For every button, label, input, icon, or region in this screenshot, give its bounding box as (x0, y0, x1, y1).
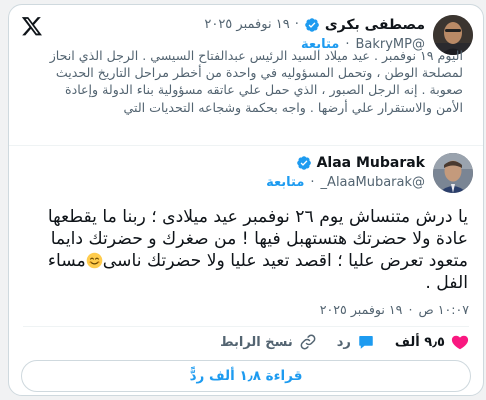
heart-icon (451, 335, 469, 350)
main-tweet-text: يا درش متنساش يوم ٢٦ نوفمبر عيد ميلادى ؛… (13, 206, 468, 294)
tweet-time[interactable]: ١٠:٠٧ ص (418, 302, 469, 317)
tweet-date[interactable]: ١٩ نوفمبر ٢٠٢٥ (320, 302, 403, 317)
tweet-timestamp[interactable]: ١٠:٠٧ ص · ١٩ نوفمبر ٢٠٢٥ (320, 302, 469, 317)
follow-button[interactable]: متابعة (266, 173, 304, 193)
reply-label: رد (336, 334, 351, 350)
avatar[interactable] (433, 153, 473, 193)
like-count: ٩٫٥ ألف (394, 334, 445, 350)
tweet-body: يا درش متنساش يوم ٢٦ نوفمبر عيد ميلادى ؛… (47, 207, 468, 271)
divider (23, 326, 469, 327)
verified-icon (305, 18, 319, 32)
x-logo-icon[interactable] (21, 15, 43, 37)
tweet-actions: ٩٫٥ ألف رد نسخ الرابط (220, 333, 469, 351)
reply-button[interactable]: رد (337, 333, 375, 351)
main-handle[interactable]: @AlaaMubarak_ (321, 173, 425, 193)
main-author-name[interactable]: Alaa Mubarak (317, 153, 425, 173)
tweet-card: مصطفى بكرى · ١٩ نوفمبر ٢٠٢٥ @BakryMP · م… (8, 4, 484, 396)
reply-icon (359, 336, 373, 349)
quoted-time[interactable]: ١٩ نوفمبر ٢٠٢٥ (204, 15, 289, 35)
quoted-tweet-text: اليوم ١٩ نوفمبر . عيد ميلاد السيد الرئيس… (49, 48, 463, 115)
avatar-image (433, 153, 473, 193)
like-button[interactable]: ٩٫٥ ألف (395, 333, 469, 351)
read-replies-button[interactable]: قراءة ١٫٨ ألف ردًّ (21, 360, 471, 392)
verified-icon (296, 156, 311, 170)
copy-link-button[interactable]: نسخ الرابط (220, 333, 317, 351)
divider (9, 145, 483, 146)
link-icon (300, 334, 316, 350)
smiley-icon (86, 252, 103, 269)
copy-link-label: نسخ الرابط (220, 334, 293, 350)
main-author: Alaa Mubarak @AlaaMubarak_ · متابعة (266, 153, 473, 193)
quoted-author-name[interactable]: مصطفى بكرى (325, 15, 425, 35)
